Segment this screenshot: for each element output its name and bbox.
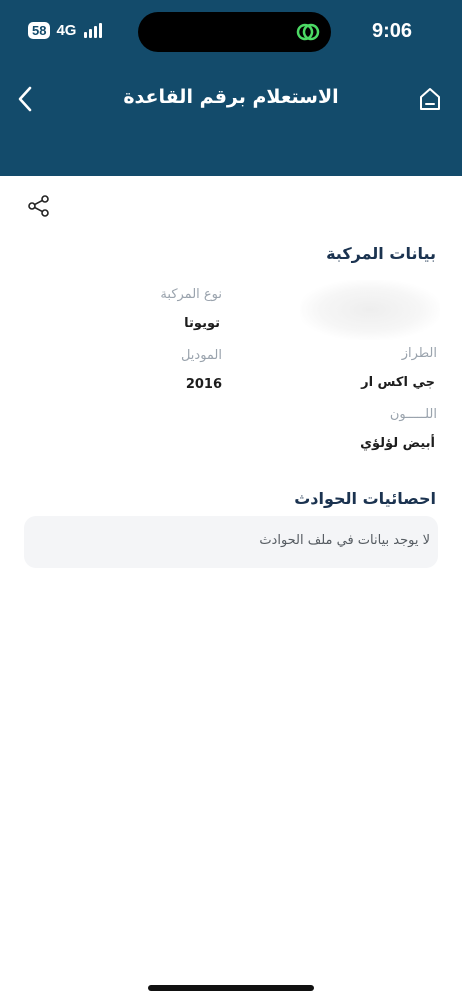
battery-indicator: 58: [28, 22, 51, 39]
link-icon: [296, 23, 320, 41]
page-title: الاستعلام برقم القاعدة: [123, 86, 339, 108]
vehicle-type-label: نوع المركبة: [160, 287, 222, 302]
vehicle-section-title: بيانات المركبة: [326, 244, 436, 263]
color-value: أبيض لؤلؤي: [360, 436, 435, 451]
accidents-section-title: احصائيات الحوادث: [294, 489, 436, 508]
vehicle-type-value: تويوتا: [184, 316, 220, 331]
trim-value: جي اكس ار: [361, 375, 435, 390]
signal-icon: [84, 23, 103, 38]
trim-label: الطراز: [401, 346, 437, 361]
model-label: الموديل: [180, 348, 222, 363]
model-value: 2016: [185, 377, 222, 392]
dynamic-island: [138, 12, 331, 52]
color-label: اللـــــون: [389, 407, 437, 422]
home-icon[interactable]: [418, 86, 442, 112]
status-time: 9:06: [371, 20, 412, 42]
status-left: 58 4G: [28, 22, 103, 39]
accidents-card: لا يوجد بيانات في ملف الحوادث: [24, 516, 438, 568]
header-bar: 58 4G 9:06 الاستعلام برقم القاعدة: [0, 0, 462, 176]
share-icon[interactable]: [27, 194, 51, 218]
accidents-empty-message: لا يوجد بيانات في ملف الحوادث: [259, 533, 430, 548]
network-type: 4G: [56, 22, 77, 39]
blurred-vehicle-image: [300, 280, 440, 340]
home-indicator[interactable]: [148, 985, 314, 991]
